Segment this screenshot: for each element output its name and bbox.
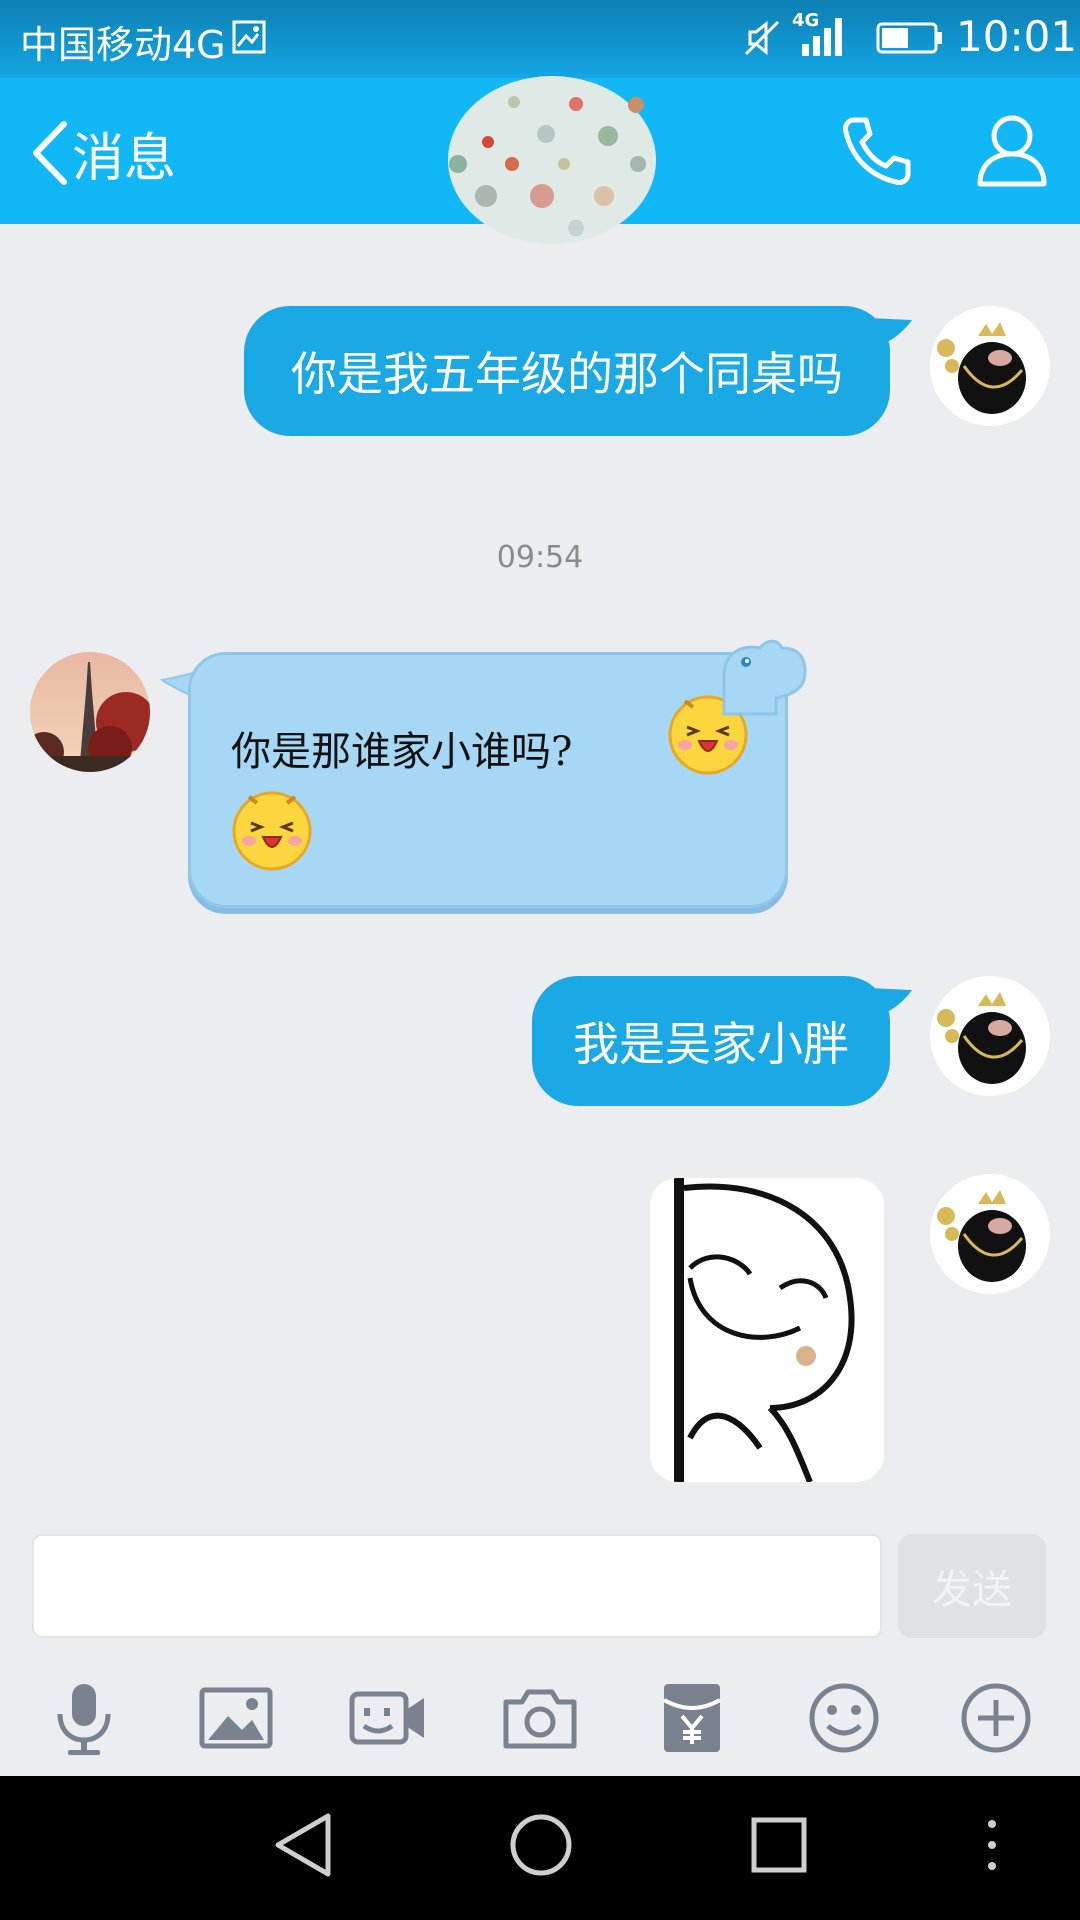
message-timestamp: 09:54 [496,540,584,575]
eiffel-tower-avatar-icon [30,652,150,772]
red-packet-icon[interactable] [652,1678,732,1758]
group-avatar[interactable] [446,72,658,248]
camera-icon[interactable] [500,1678,580,1758]
outgoing-message-bubble[interactable]: 你是我五年级的那个同桌吗 [244,306,890,436]
hippo-bubble-decoration-icon [722,639,807,716]
back-button[interactable]: 消息 [30,118,177,189]
system-nav-bar [0,1776,1080,1920]
carrier-label: 中国移动4G [20,23,226,67]
my-avatar[interactable] [930,306,1050,426]
chat-header: 消息 [0,76,1080,244]
video-call-icon[interactable] [348,1678,428,1758]
incoming-message-bubble[interactable]: 你是那谁家小谁吗? [188,652,788,908]
message-input[interactable] [32,1534,882,1638]
mole-avatar-icon [930,976,1050,1096]
bubble-tail-icon [868,988,912,1020]
mole-avatar-icon [930,306,1050,426]
phone-icon[interactable] [840,114,914,188]
back-chevron-icon [33,121,67,185]
mole-avatar-icon [930,1174,1050,1294]
peeking-face-sticker [650,1178,884,1482]
sticker-message[interactable] [650,1178,884,1482]
back-label: 消息 [72,128,177,189]
mute-icon [744,20,780,56]
home-circle-icon[interactable] [508,1810,574,1880]
gallery-icon [232,20,266,54]
send-button[interactable]: 发送 [898,1534,1046,1638]
person-icon[interactable] [976,114,1048,188]
my-avatar[interactable] [930,1174,1050,1294]
plus-icon[interactable] [956,1678,1036,1758]
send-label: 发送 [932,1567,1012,1613]
more-dots-icon[interactable] [980,1810,1004,1880]
laughing-face-emoji [232,791,312,871]
clock: 10:01 [956,12,1078,61]
bubble-tail-icon [868,318,912,350]
emoji-icon[interactable] [804,1678,884,1758]
back-triangle-icon[interactable] [270,1810,336,1880]
image-icon[interactable] [196,1678,276,1758]
contact-avatar[interactable] [30,652,150,772]
message-text: 我是吴家小胖 [573,1017,849,1071]
outgoing-message-bubble[interactable]: 我是吴家小胖 [532,976,890,1106]
recents-square-icon[interactable] [746,1810,812,1880]
signal-icon: 4G [792,10,852,60]
message-text: 你是那谁家小谁吗? [231,729,573,775]
input-toolbar [0,1660,1080,1776]
battery-icon [876,22,942,54]
status-bar: 中国移动4G 4G 10:01 [0,0,1080,78]
my-avatar[interactable] [930,976,1050,1096]
message-text: 你是我五年级的那个同桌吗 [291,347,843,401]
microphone-icon[interactable] [44,1678,124,1758]
